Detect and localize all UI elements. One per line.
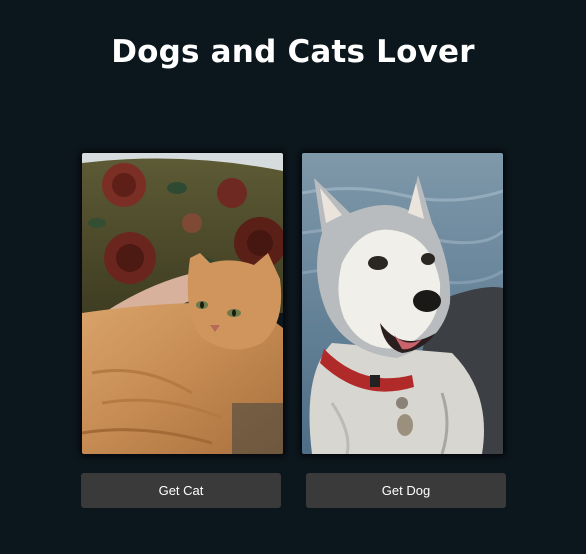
cat-image <box>82 153 283 454</box>
page: Dogs and Cats Lover Get Cat Get Dog <box>0 0 586 554</box>
cat-photo <box>82 153 283 454</box>
page-title: Dogs and Cats Lover <box>111 34 475 70</box>
get-dog-button[interactable]: Get Dog <box>306 473 506 508</box>
get-cat-button[interactable]: Get Cat <box>81 473 281 508</box>
dog-image <box>302 153 503 454</box>
dog-photo <box>302 153 503 454</box>
